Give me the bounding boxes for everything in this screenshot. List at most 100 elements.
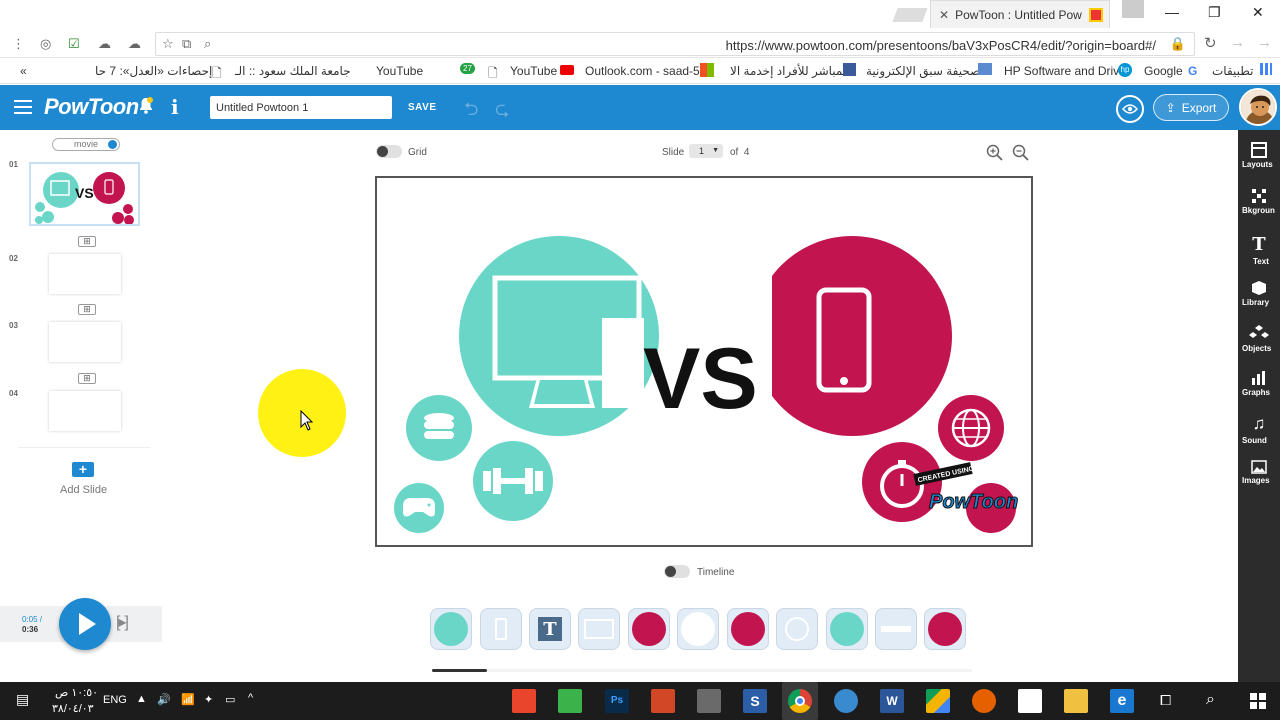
tool-backgrounds[interactable]: Bkgroun [1238,188,1280,215]
menu-dots-icon[interactable]: ⋮ [12,36,25,52]
tool-objects[interactable]: Objects [1238,324,1280,353]
object-teal-circle[interactable] [430,608,472,650]
extension-cloud2-icon[interactable]: ☁ [128,36,141,52]
maximize-icon[interactable]: ❐ [1208,4,1221,21]
profile-icon[interactable] [1122,0,1144,18]
bookmark-item[interactable]: المباشر للأفراد إخدمة الا [730,64,850,78]
computer-circle[interactable] [459,236,659,436]
object-crimson-circle[interactable] [628,608,670,650]
browser-tab[interactable]: ✕ PowToon : Untitled Pow [930,0,1110,28]
grid-toggle[interactable] [376,145,402,158]
back-icon[interactable]: → [1257,34,1272,51]
language-indicator[interactable]: ENG [103,694,127,706]
taskbar-app-camtasia-red[interactable] [512,689,536,713]
add-slide-label[interactable]: Add Slide [60,484,107,496]
strip-scroll-track[interactable] [432,669,972,672]
user-avatar[interactable] [1239,88,1277,126]
minimize-icon[interactable]: — [1165,4,1179,20]
timeline-toggle[interactable] [664,565,690,578]
slide-stage[interactable]: VS CREATED USING PowToon [375,176,1033,547]
notification-icon[interactable]: ▤ [16,691,29,708]
insert-slide-icon[interactable]: ⊞ [78,373,96,384]
task-view-icon[interactable]: ⧠ [1160,692,1171,709]
url-field[interactable]: ☆ ⧉ ⌕ https://www.powtoon.com/presentoon… [155,32,1195,56]
insert-slide-icon[interactable]: ⊞ [78,236,96,247]
zoom-out-icon[interactable] [1012,144,1030,162]
notification-bell-icon[interactable] [139,97,153,115]
search-icon[interactable]: ⌕ [1206,691,1215,709]
tool-text[interactable]: T Text [1238,234,1280,266]
bookmark-item[interactable]: جامعة الملك سعود :: الـ [235,64,351,78]
taskbar-app-firefox[interactable] [972,689,996,713]
phone-circle[interactable] [752,236,952,436]
taskbar-app-word[interactable]: W [880,689,904,713]
apps-grid-icon[interactable] [1260,63,1272,75]
powtoon-logo[interactable]: PowToon [44,94,139,120]
bookmark-item[interactable]: Outlook.com - saad-5 [585,64,700,78]
taskbar-app-photoshop[interactable]: Ps [605,689,629,713]
globe-icon-circle[interactable] [938,395,1004,461]
preview-eye-button[interactable] [1116,95,1144,123]
drive-icon[interactable]: ▲ [136,693,147,705]
slide-select[interactable]: 1 ▼ [689,144,723,158]
bookmark-item[interactable]: صحيفة سبق الإلكترونية [866,64,980,78]
close-window-icon[interactable]: ✕ [1252,4,1264,21]
slide-thumbnail-1[interactable]: VS [29,162,140,226]
object-crimson-circle[interactable] [727,608,769,650]
movie-mode-toggle[interactable]: movie [52,138,120,151]
object-teal-circle[interactable] [826,608,868,650]
wifi-icon[interactable]: 📶 [181,693,195,706]
zoom-icon[interactable]: ⌕ [204,36,211,52]
tool-library[interactable]: Library [1238,280,1280,307]
reload-icon[interactable]: ↻ [1204,34,1217,52]
extension-cloud-icon[interactable]: ☁ [98,36,111,52]
slide-thumbnail-3[interactable] [49,322,121,362]
extension-check-icon[interactable]: ☑ [68,36,80,52]
bookmark-item[interactable]: HP Software and Driv [1004,64,1119,78]
tool-layouts[interactable]: Layouts [1238,142,1280,169]
object-text[interactable]: T [529,608,571,650]
volume-icon[interactable]: 🔊 [157,693,171,706]
bookmark-star-icon[interactable]: ☆ [162,36,174,52]
bookmark-item[interactable]: YouTube [510,64,557,78]
zoom-in-icon[interactable] [986,144,1004,162]
redo-icon[interactable]: ⮎ [495,97,509,127]
slide-thumbnail-4[interactable] [49,391,121,431]
database-icon-circle[interactable] [406,395,472,461]
gamepad-icon-circle[interactable] [394,483,444,533]
taskbar-app-tool[interactable] [697,689,721,713]
add-slide-button[interactable]: + [72,462,94,477]
forward-icon[interactable]: → [1230,34,1245,51]
taskbar-app-globe[interactable] [834,689,858,713]
taskbar-app-blank[interactable] [1018,689,1042,713]
object-phone[interactable] [480,608,522,650]
vs-text[interactable]: VS [643,331,758,427]
taskbar-app-powerpoint[interactable] [651,689,675,713]
show-hidden-icons[interactable]: ^ [248,692,253,704]
new-tab-button[interactable] [892,8,928,22]
hamburger-menu-icon[interactable] [14,100,32,114]
taskbar-app-chrome-active[interactable] [782,682,818,720]
powtoon-title-input[interactable] [210,96,392,119]
bookmark-item[interactable]: Google [1144,64,1183,78]
tool-graphs[interactable]: Graphs [1238,370,1280,397]
skip-slide-icon[interactable]: [▸] [116,612,129,632]
taskbar-app-camtasia-green[interactable] [558,689,582,713]
translate-icon[interactable]: ⧉ [182,36,191,52]
battery-icon[interactable]: ▭ [225,693,235,706]
slide-thumbnail-2[interactable] [49,254,121,294]
object-crimson-circle[interactable] [924,608,966,650]
tool-sound[interactable]: ♫ Sound [1238,414,1280,445]
info-icon[interactable]: i [171,95,179,119]
bookmark-item[interactable]: إحصاءات «العدل»: 7 حا [95,64,212,78]
bookmarks-overflow-icon[interactable]: « [20,64,27,78]
windows-start-icon[interactable] [1250,693,1266,709]
play-button[interactable] [59,598,111,650]
taskbar-app-edge[interactable]: e [1110,689,1134,713]
dumbbell-icon-circle[interactable] [473,441,553,521]
close-tab-icon[interactable]: ✕ [939,8,949,22]
dropbox-icon[interactable]: ✦ [204,693,213,706]
tool-images[interactable]: Images [1238,460,1280,485]
insert-slide-icon[interactable]: ⊞ [78,304,96,315]
extension-icon[interactable]: ◎ [40,36,51,52]
